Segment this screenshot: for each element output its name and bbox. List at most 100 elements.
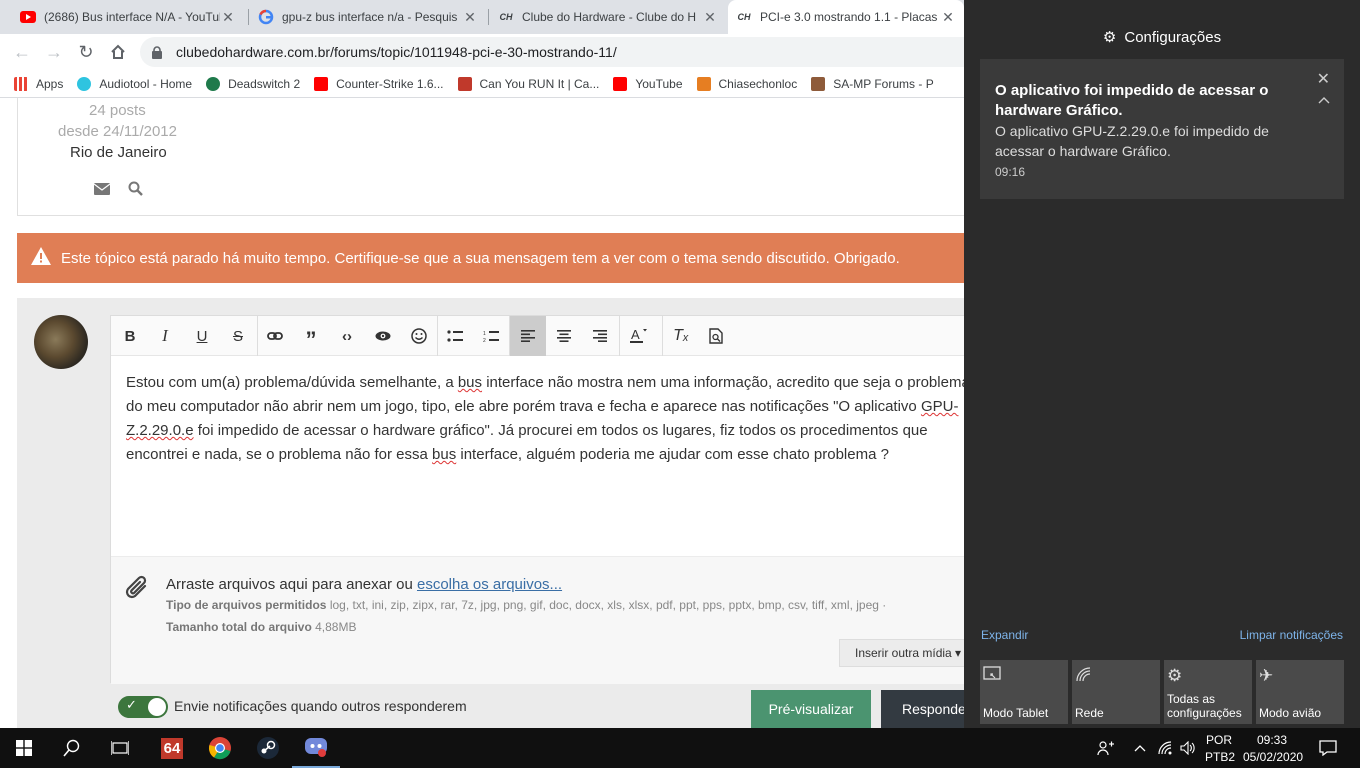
- bookmark-item[interactable]: Chiasechonloc: [696, 76, 797, 91]
- source-icon[interactable]: [699, 319, 733, 353]
- emoji-icon[interactable]: [402, 319, 436, 353]
- bookmark-item[interactable]: Audiotool - Home: [77, 76, 192, 91]
- envelope-icon[interactable]: [93, 182, 111, 200]
- choose-files-link[interactable]: escolha os arquivos...: [417, 576, 562, 593]
- deadswitch-icon: [206, 76, 221, 91]
- close-icon[interactable]: ✕: [940, 9, 956, 26]
- chevron-up-icon[interactable]: [1130, 728, 1150, 768]
- bold-button[interactable]: B: [113, 319, 147, 353]
- align-left-icon[interactable]: [510, 316, 546, 356]
- insert-media-button[interactable]: Inserir outra mídia ▾: [839, 639, 964, 667]
- quick-action-tablet-mode[interactable]: Modo Tablet: [980, 660, 1068, 724]
- bullet-list-icon[interactable]: [438, 319, 472, 353]
- editor-toolbar: B I U S ” ‹› 12 A Tₓ: [111, 316, 964, 356]
- svg-text:A: A: [631, 328, 640, 342]
- quote-icon[interactable]: ”: [294, 319, 328, 353]
- text-color-icon[interactable]: A: [621, 319, 655, 353]
- aida64-icon[interactable]: 64: [148, 728, 196, 768]
- underline-button[interactable]: U: [185, 319, 219, 353]
- tab-clube-hardware[interactable]: CH Clube do Hardware - Clube do H ✕: [490, 0, 726, 34]
- close-icon[interactable]: ✕: [220, 9, 236, 26]
- samp-icon: [811, 76, 826, 91]
- body-text: interface, alguém poderia me ajudar com …: [456, 446, 889, 463]
- eye-icon[interactable]: [366, 319, 400, 353]
- chevron-up-icon[interactable]: [1318, 91, 1330, 107]
- toolbar-divider: [619, 316, 620, 356]
- address-bar[interactable]: clubedohardware.com.br/forums/topic/1011…: [140, 37, 964, 67]
- align-right-icon[interactable]: [583, 319, 617, 353]
- align-center-icon[interactable]: [547, 319, 581, 353]
- close-icon[interactable]: ✕: [1317, 69, 1330, 89]
- code-icon[interactable]: ‹›: [330, 319, 364, 353]
- quick-action-network[interactable]: Rede: [1072, 660, 1160, 724]
- preview-button[interactable]: Pré-visualizar: [751, 690, 871, 728]
- bookmark-label: Counter-Strike 1.6...: [336, 76, 444, 91]
- clear-format-icon[interactable]: Tₓ: [664, 319, 698, 353]
- cdh-icon: CH: [499, 12, 513, 22]
- volume-icon[interactable]: [1178, 728, 1198, 768]
- search-icon[interactable]: [48, 728, 96, 768]
- expand-link[interactable]: Expandir: [981, 628, 1028, 642]
- language-indicator[interactable]: POR: [1206, 733, 1232, 747]
- notify-toggle[interactable]: ✓: [118, 696, 168, 718]
- stale-topic-warning: Este tópico está parado há muito tempo. …: [17, 233, 964, 283]
- italic-button[interactable]: I: [148, 319, 182, 353]
- clock-date[interactable]: 05/02/2020: [1243, 750, 1303, 764]
- bookmark-item[interactable]: Deadswitch 2: [206, 76, 300, 91]
- lock-icon: [152, 46, 162, 59]
- tab-title: (2686) Bus interface N/A - YouTub: [44, 10, 220, 24]
- search-icon[interactable]: [128, 181, 143, 201]
- reply-button[interactable]: Responder: [881, 690, 964, 728]
- bookmark-item[interactable]: SA-MP Forums - P: [811, 76, 934, 91]
- windows-start-icon[interactable]: [0, 728, 48, 768]
- misspelled-word: bus: [457, 374, 483, 391]
- discord-icon[interactable]: [292, 728, 340, 768]
- back-icon[interactable]: ←: [10, 40, 34, 64]
- youtube-icon: [314, 76, 329, 91]
- action-center-header[interactable]: ⚙ Configurações: [964, 28, 1360, 46]
- keyboard-layout[interactable]: PTB2: [1205, 750, 1235, 764]
- clock-time[interactable]: 09:33: [1257, 733, 1287, 747]
- gear-icon: ⚙: [1102, 29, 1117, 46]
- wifi-icon[interactable]: [1156, 728, 1176, 768]
- apps-grid-icon: [14, 76, 28, 91]
- bookmark-item[interactable]: YouTube: [613, 76, 683, 91]
- link-icon[interactable]: [258, 319, 292, 353]
- tab-youtube[interactable]: (2686) Bus interface N/A - YouTub ✕: [12, 0, 244, 34]
- task-view-icon[interactable]: [96, 728, 144, 768]
- tablet-mode-icon: [983, 666, 1001, 687]
- close-icon[interactable]: ✕: [462, 9, 478, 26]
- tab-title: gpu-z bus interface n/a - Pesquis: [282, 10, 458, 24]
- notification-center-icon[interactable]: [1314, 728, 1342, 768]
- numbered-list-icon[interactable]: 12: [474, 319, 508, 353]
- tab-google-search[interactable]: gpu-z bus interface n/a - Pesquis ✕: [250, 0, 486, 34]
- tab-bar: (2686) Bus interface N/A - YouTub ✕ gpu-…: [0, 0, 964, 34]
- steam-icon[interactable]: [244, 728, 292, 768]
- file-types-label: Tipo de arquivos permitidos: [166, 598, 327, 612]
- strikethrough-button[interactable]: S: [221, 319, 255, 353]
- quick-action-all-settings[interactable]: ⚙ Todas as configurações: [1164, 660, 1252, 724]
- forward-icon[interactable]: →: [42, 40, 66, 64]
- warning-icon: [31, 247, 51, 269]
- post-count: 24 posts: [89, 102, 146, 119]
- bookmark-item[interactable]: Apps: [14, 76, 63, 91]
- bookmark-label: SA-MP Forums - P: [833, 76, 934, 91]
- clear-notifications-link[interactable]: Limpar notificações: [1240, 628, 1343, 642]
- people-icon[interactable]: [1094, 728, 1118, 768]
- post-body-text[interactable]: Estou com um(a) problema/dúvida semelhan…: [126, 371, 964, 467]
- audiotool-icon: [77, 76, 92, 91]
- tab-title: Clube do Hardware - Clube do H: [522, 10, 697, 24]
- chrome-icon[interactable]: [196, 728, 244, 768]
- reload-icon[interactable]: ↻: [74, 40, 98, 64]
- close-icon[interactable]: ✕: [702, 9, 718, 26]
- quick-action-label: Rede: [1075, 706, 1104, 720]
- post-editor: B I U S ” ‹› 12 A Tₓ Estou com um(a) pro…: [110, 315, 964, 684]
- tab-divider: [248, 9, 249, 25]
- attachment-dropzone[interactable]: Arraste arquivos aqui para anexar ou esc…: [111, 556, 964, 684]
- quick-action-airplane[interactable]: ✈ Modo avião: [1256, 660, 1344, 724]
- home-icon[interactable]: [106, 40, 130, 64]
- tab-pcie-topic[interactable]: CH PCI-e 3.0 mostrando 1.1 - Placas ✕: [728, 0, 964, 34]
- bookmark-item[interactable]: Can You RUN It | Ca...: [457, 76, 599, 91]
- bookmark-item[interactable]: Counter-Strike 1.6...: [314, 76, 444, 91]
- notification-toast[interactable]: O aplicativo foi impedido de acessar o h…: [980, 59, 1344, 199]
